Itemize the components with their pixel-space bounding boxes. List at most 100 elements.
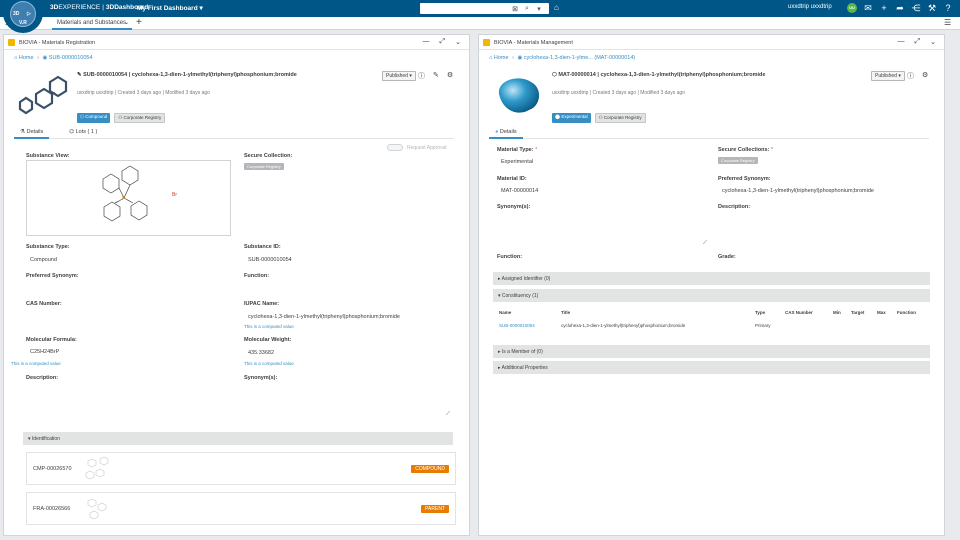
edit-title-icon[interactable]: ✎ (77, 72, 82, 78)
chevron-down-icon[interactable]: ⌄ (124, 19, 129, 26)
search-icon[interactable]: ⌕ (522, 5, 532, 13)
tab-materials[interactable]: Materials and Substances ⌄ (52, 17, 132, 30)
status-dropdown[interactable]: Published ▾ (382, 71, 416, 81)
object-title: ✎ SUB-0000010054 | cyclohexa-1,3-dien-1-… (77, 72, 297, 78)
breadcrumb-current[interactable]: SUB-0000010054 (49, 55, 93, 61)
top-bar: 3DEXPERIENCE | 3DDashboard My First Dashbo… (0, 0, 960, 17)
edit-icon[interactable]: ✎ (433, 71, 439, 81)
identification-card[interactable]: FRA-00026566 PARENT (26, 492, 456, 525)
identification-id: FRA-00026566 (33, 506, 71, 512)
filter-chevron-icon[interactable]: ▾ (534, 5, 544, 13)
user-name[interactable]: uxxdtrip uxxdtrip (788, 4, 832, 10)
chevron-down-icon[interactable]: ⌄ (930, 38, 936, 46)
identification-id: CMP-00026570 (33, 466, 72, 472)
panel-title: BIOVIA - Materials Registration (19, 40, 96, 46)
preferred-synonym-label: Preferred Synonym: (718, 176, 771, 182)
status-dropdown[interactable]: Published ▾ (871, 71, 905, 81)
compound-badge: COMPOUND (411, 465, 449, 473)
registration-panel: BIOVIA - Materials Registration — ⤢ ⌄ ⌂ … (3, 34, 470, 536)
identification-card[interactable]: CMP-00026570 COMPOUND (26, 452, 456, 485)
iupac-name-value: cyclohexa-1,3-dien-1-ylmethyl(triphenyl)… (248, 314, 400, 320)
weight-computed-hint: This is a computed value (244, 361, 294, 366)
object-meta: uxxdtrip uxxdtrip | Created 3 days ago |… (552, 90, 685, 96)
compass-quadrant-3d: 3D (13, 11, 20, 17)
clear-search-icon[interactable]: ⊠ (510, 5, 520, 13)
tag-icon[interactable]: ⌂ (554, 3, 559, 12)
structure-viewer[interactable]: P Br (26, 160, 231, 236)
maximize-icon[interactable]: ⤢ (440, 38, 446, 46)
secure-collection-label: Secure Collection: (244, 153, 293, 159)
preferred-synonym-label: Preferred Synonym: (26, 273, 79, 279)
home-icon[interactable]: ⌂ (489, 55, 492, 61)
home-icon[interactable]: ⌂ (14, 55, 17, 61)
app-logo-icon (483, 39, 490, 46)
info-icon[interactable]: ⓘ (907, 71, 914, 81)
settings-icon[interactable]: ⚙ (447, 71, 453, 81)
resize-handle-icon[interactable]: ⟋ (703, 240, 707, 247)
structure-drawing: P Br (102, 165, 177, 222)
material-icon: ⬡ (552, 72, 557, 78)
tab-lots[interactable]: ⌬ Lots ( 1 ) (63, 126, 103, 139)
tab-details[interactable]: ⚗ Details (14, 126, 50, 139)
settings-icon[interactable]: ⚙ (922, 71, 928, 81)
minimize-icon[interactable]: — (423, 38, 430, 46)
constituent-link[interactable]: SUB-0000010054 (499, 323, 535, 328)
dashboard-selector[interactable]: My First Dashboard ▾ (137, 4, 203, 12)
member-of-section[interactable]: ▸ Is a Member of (0) (493, 345, 930, 358)
tools-icon[interactable]: ⚒ (927, 2, 937, 14)
molecular-weight-label: Molecular Weight: (244, 337, 292, 343)
material-thumbnail (498, 78, 540, 113)
formula-computed-hint: This is a computed value (11, 361, 61, 366)
description-label: Description: (718, 204, 751, 210)
network-icon[interactable]: ⋲ (911, 2, 921, 14)
additional-properties-section[interactable]: ▸ Additional Properties (493, 361, 930, 374)
detail-tabs: ⚗ Details ⌬ Lots ( 1 ) (14, 126, 454, 139)
cas-number-label: CAS Number: (26, 301, 62, 307)
add-icon[interactable]: + (879, 2, 889, 14)
breadcrumb: ⌂ Home › ◉ cyclohexa-1,3-dien-1-ylme... … (489, 55, 636, 61)
molecular-weight-value: 435.33682 (248, 350, 274, 356)
app-logo-icon (8, 39, 15, 46)
constituency-section[interactable]: ▾ Constituency (1) (493, 289, 930, 302)
eye-icon: ◉ (517, 55, 523, 61)
substance-id-value: SUB-0000010054 (248, 257, 292, 263)
brand-title: 3DEXPERIENCE | 3DDashboard (50, 4, 149, 11)
collection-tag: ⚇ Corporate Registry (114, 113, 166, 123)
add-tab-button[interactable]: + (136, 17, 142, 28)
share-icon[interactable]: ➦ (895, 2, 905, 14)
toggle-switch[interactable] (387, 144, 403, 151)
request-approval-toggle[interactable]: Request Approval (387, 144, 446, 151)
notifications-icon[interactable]: ✉ (863, 2, 873, 14)
grade-label: Grade: (718, 254, 736, 260)
table-row[interactable]: SUB-0000010054 cyclohexa-1,3-dien-1-ylme… (495, 323, 931, 335)
maximize-icon[interactable]: ⤢ (915, 38, 921, 46)
panel-title: BIOVIA - Materials Management (494, 40, 573, 46)
assigned-identifier-section[interactable]: ▸ Assigned Identifier (0) (493, 272, 930, 285)
iupac-name-label: IUPAC Name: (244, 301, 280, 307)
iupac-computed-hint: This is a computed value (244, 324, 294, 329)
side-menu-icon[interactable]: ☰ (944, 18, 951, 27)
avatar[interactable]: UU (847, 3, 857, 13)
help-icon[interactable]: ? (943, 2, 953, 14)
compound-thumbnail (18, 75, 68, 115)
tab-details[interactable]: ◕ Details (489, 126, 523, 139)
collection-icon: ⚇ (118, 115, 123, 120)
synonyms-label: Synonym(s): (244, 375, 278, 381)
resize-handle-icon[interactable]: ⟋ (446, 411, 450, 418)
function-label: Function: (497, 254, 523, 260)
minimize-icon[interactable]: — (898, 38, 905, 46)
compass-quadrant-vr: V.R (19, 20, 27, 26)
chevron-down-icon[interactable]: ⌄ (455, 38, 461, 46)
breadcrumb-current[interactable]: cyclohexa-1,3-dien-1-ylme... (MAT-000000… (524, 55, 635, 61)
detail-tabs: ◕ Details (489, 126, 929, 139)
substance-view-label: Substance View: (26, 153, 70, 159)
type-tag: ⬤ Experimental (552, 113, 591, 123)
info-icon[interactable]: ⓘ (418, 71, 425, 81)
identification-section[interactable]: ▾ Identification (23, 432, 453, 445)
compass-button[interactable]: 3D ▷ V.R (3, 0, 43, 33)
breadcrumb-home[interactable]: Home (494, 55, 509, 61)
collection-tag: ⚇ Corporate Registry (594, 113, 646, 123)
description-label: Description: (26, 375, 59, 381)
details-icon: ⚗ (20, 129, 25, 135)
breadcrumb-home[interactable]: Home (19, 55, 34, 61)
